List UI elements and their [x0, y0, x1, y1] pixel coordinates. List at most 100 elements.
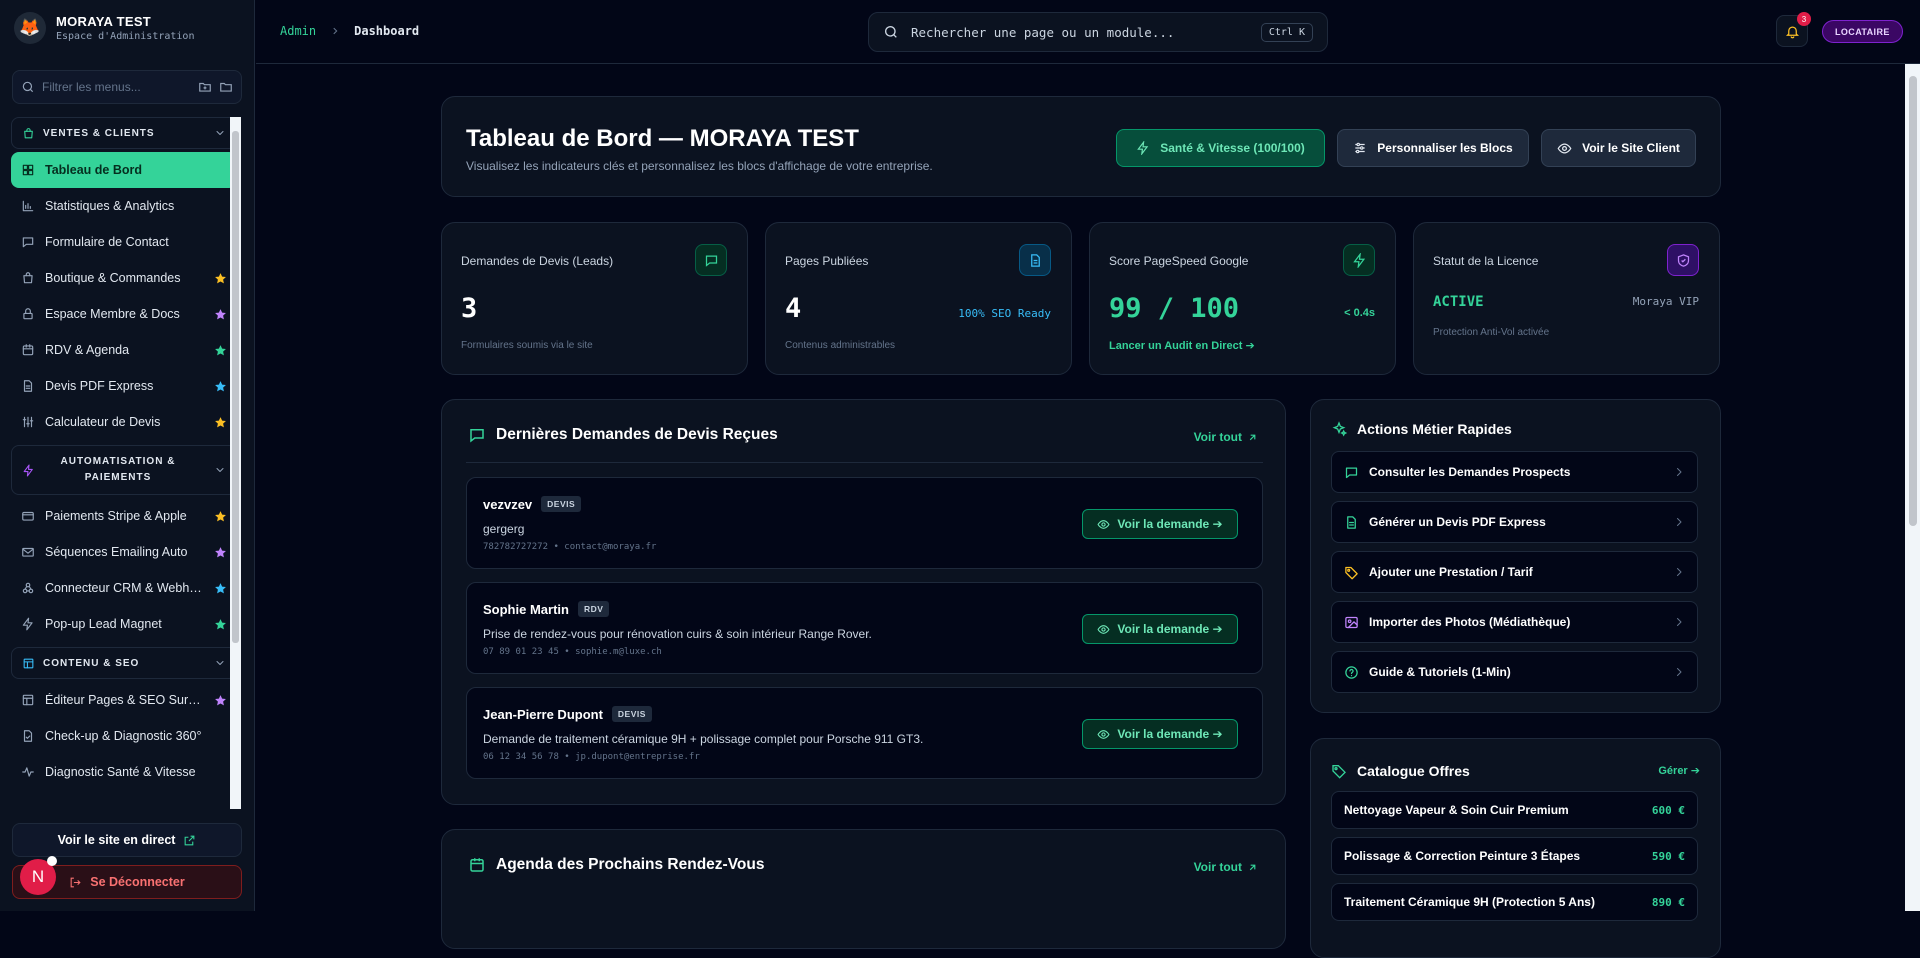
divider [466, 462, 1263, 463]
folder-icon[interactable] [219, 80, 233, 94]
sidebar-scrollbar[interactable] [230, 117, 241, 809]
quick-actions-panel: Actions Métier Rapides Consulter les Dem… [1310, 399, 1721, 713]
search-shortcut: Ctrl K [1260, 22, 1313, 42]
actions-title: Actions Métier Rapides [1357, 421, 1512, 437]
quick-action-item[interactable]: Ajouter une Prestation / Tarif [1331, 551, 1698, 593]
star-icon [214, 308, 227, 321]
star-icon [214, 618, 227, 631]
document-icon [1344, 515, 1359, 530]
star-icon [214, 380, 227, 393]
offer-price: 600 € [1651, 803, 1685, 817]
leads-title: Dernières Demandes de Devis Reçues [496, 426, 778, 443]
menu-group-1[interactable]: AUTOMATISATION & PAIEMENTS [11, 445, 237, 495]
view-request-button[interactable]: Voir la demande ➔ [1082, 509, 1238, 539]
stat-note: Protection Anti-Vol activée [1433, 327, 1550, 338]
run-audit-link[interactable]: Lancer un Audit en Direct ➔ [1109, 339, 1255, 352]
zap-icon [1343, 244, 1375, 276]
folder-plus-icon[interactable] [198, 80, 212, 94]
stat-value: 4 [785, 293, 802, 324]
sidebar-item-label: RDV & Agenda [45, 343, 130, 357]
menu-group-label: CONTENU & SEO [43, 657, 140, 669]
sidebar-item[interactable]: Boutique & Commandes [11, 260, 237, 296]
image-icon [1344, 615, 1359, 630]
lead-card: Sophie Martin RDV Prise de rendez-vous pou… [466, 582, 1263, 674]
catalog-panel: Catalogue Offres Gérer ➔ Nettoyage Vapeu… [1310, 738, 1721, 958]
view-live-site-button[interactable]: Voir le site en direct [12, 823, 242, 857]
sidebar-item[interactable]: Devis PDF Express [11, 368, 237, 404]
breadcrumb-root[interactable]: Admin [280, 24, 316, 38]
main-scrollbar[interactable] [1905, 64, 1920, 911]
panel-title: Catalogue Offres [1331, 763, 1470, 779]
panel-title: Actions Métier Rapides [1331, 421, 1512, 437]
sidebar-item[interactable]: RDV & Agenda [11, 332, 237, 368]
quick-action-item[interactable]: Générer un Devis PDF Express [1331, 501, 1698, 543]
lead-name: Sophie Martin [483, 601, 569, 617]
offer-name: Polissage & Correction Peinture 3 Étapes [1344, 849, 1581, 863]
topbar: Admin Dashboard Ctrl K 3 LOCATAIRE [256, 0, 1920, 64]
lead-type-badge: RDV [577, 601, 610, 617]
health-speed-button[interactable]: Santé & Vitesse (100/100) [1116, 129, 1325, 167]
view-request-label: Voir la demande ➔ [1117, 517, 1223, 531]
stat-card-leads: Demandes de Devis (Leads) 3 Formulaires … [441, 222, 748, 375]
quick-action-item[interactable]: Consulter les Demandes Prospects [1331, 451, 1698, 493]
chevron-down-icon [214, 127, 226, 139]
help-circle-icon [1344, 665, 1359, 680]
message-icon [695, 244, 727, 276]
sidebar-item[interactable]: Séquences Emailing Auto [11, 534, 237, 570]
catalog-offer-item[interactable]: Traitement Céramique 9H (Protection 5 An… [1331, 883, 1698, 921]
customize-blocks-button[interactable]: Personnaliser les Blocs [1337, 129, 1529, 167]
brand[interactable]: 🦊 MORAYA TEST Espace d'Administration [14, 12, 194, 44]
quick-action-item[interactable]: Importer des Photos (Médiathèque) [1331, 601, 1698, 643]
quick-action-label: Générer un Devis PDF Express [1369, 515, 1546, 529]
quick-action-item[interactable]: Guide & Tutoriels (1-Min) [1331, 651, 1698, 693]
sidebar-item[interactable]: Check-up & Diagnostic 360° [11, 718, 237, 754]
quick-action-label: Ajouter une Prestation / Tarif [1369, 565, 1533, 579]
see-all-agenda-link[interactable]: Voir tout [1194, 860, 1258, 874]
view-live-label: Voir le site en direct [57, 833, 176, 847]
sidebar-item[interactable]: Formulaire de Contact [11, 224, 237, 260]
menu-filter-input[interactable] [42, 80, 191, 94]
global-search-input[interactable] [911, 24, 1249, 40]
view-client-site-button[interactable]: Voir le Site Client [1541, 129, 1696, 167]
zap-icon [21, 617, 35, 631]
view-request-button[interactable]: Voir la demande ➔ [1082, 719, 1238, 749]
manage-catalog-link[interactable]: Gérer ➔ [1658, 764, 1700, 777]
chevron-right-icon [1673, 566, 1685, 578]
breadcrumb-current: Dashboard [354, 24, 420, 38]
stat-aside: < 0.4s [1344, 307, 1375, 319]
lead-name: Jean-Pierre Dupont [483, 706, 603, 722]
sidebar-item-label: Calculateur de Devis [45, 415, 161, 429]
catalog-offer-item[interactable]: Nettoyage Vapeur & Soin Cuir Premium 600 … [1331, 791, 1698, 829]
sidebar-item[interactable]: Espace Membre & Docs [11, 296, 237, 332]
menu-group-0[interactable]: VENTES & CLIENTS [11, 117, 237, 149]
layout-icon [22, 657, 35, 670]
view-request-button[interactable]: Voir la demande ➔ [1082, 614, 1238, 644]
sidebar-item[interactable]: Tableau de Bord [11, 152, 237, 188]
sidebar-item[interactable]: Connecteur CRM & Webhooks [11, 570, 237, 606]
lock-icon [21, 307, 35, 321]
fox-logo-icon: 🦊 [14, 12, 46, 44]
sidebar-item[interactable]: Calculateur de Devis [11, 404, 237, 440]
sidebar-item[interactable]: Éditeur Pages & SEO Sur-Mesure [11, 682, 237, 718]
zap-icon [22, 464, 35, 477]
chevron-right-icon [1673, 616, 1685, 628]
menu-group-header: AUTOMATISATION & PAIEMENTS [22, 454, 193, 486]
sidebar-item-label: Éditeur Pages & SEO Sur-Mesure [45, 693, 204, 707]
bell-icon [1785, 26, 1799, 38]
see-all-label: Voir tout [1193, 430, 1242, 444]
sidebar-item-label: Séquences Emailing Auto [45, 545, 188, 559]
menu-group-2[interactable]: CONTENU & SEO [11, 647, 237, 679]
sidebar-item[interactable]: Pop-up Lead Magnet [11, 606, 237, 642]
lead-type-badge: DEVIS [611, 706, 652, 722]
catalog-offer-item[interactable]: Polissage & Correction Peinture 3 Étapes… [1331, 837, 1698, 875]
message-icon [470, 429, 484, 443]
sidebar-item[interactable]: Statistiques & Analytics [11, 188, 237, 224]
stat-note: Formulaires soumis via le site [461, 340, 593, 351]
calendar-icon [21, 343, 35, 357]
sidebar-item[interactable]: Diagnostic Santé & Vitesse [11, 754, 237, 790]
customize-blocks-label: Personnaliser les Blocs [1377, 141, 1513, 155]
see-all-leads-link[interactable]: Voir tout [1194, 430, 1258, 444]
sidebar-item[interactable]: Paiements Stripe & Apple [11, 498, 237, 534]
star-icon [214, 344, 227, 357]
sidebar-item-label: Diagnostic Santé & Vitesse [45, 765, 196, 779]
